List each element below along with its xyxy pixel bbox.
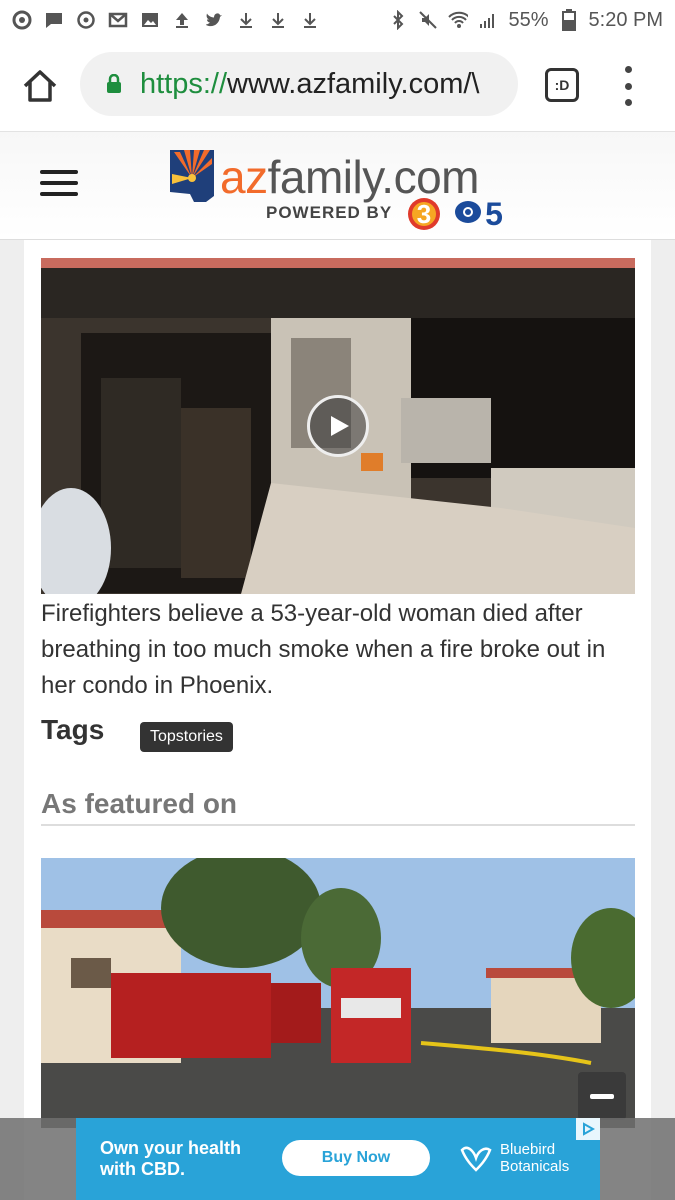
channel-3-label: 3: [417, 199, 431, 229]
notification-icons: [12, 10, 320, 30]
tag-topstories[interactable]: Topstories: [140, 722, 233, 752]
ad-choices-icon[interactable]: [576, 1118, 600, 1140]
status-bar: 55% 5:20 PM: [0, 0, 675, 40]
minus-icon: [590, 1093, 614, 1099]
gmail-icon: [108, 10, 128, 30]
battery-icon: [559, 9, 579, 31]
site-logo[interactable]: azfamily.com POWERED BY 3 5: [168, 146, 518, 236]
download-icon: [268, 10, 288, 30]
battery-percent: 55%: [508, 8, 549, 31]
powered-by-label: POWERED BY: [266, 203, 393, 222]
upload-icon: [172, 10, 192, 30]
hamburger-menu-icon[interactable]: [40, 170, 78, 196]
site-header: azfamily.com POWERED BY 3 5: [0, 132, 675, 240]
clock: 5:20 PM: [588, 8, 663, 31]
heading-divider: [41, 824, 635, 826]
address-bar[interactable]: https://www.azfamily.com/\: [80, 52, 518, 116]
download-icon: [300, 10, 320, 30]
system-icons: 55% 5:20 PM: [388, 9, 663, 32]
video-caption: Firefighters believe a 53-year-old woman…: [41, 600, 606, 699]
ad-banner[interactable]: Own your health with CBD. Buy Now Bluebi…: [76, 1118, 600, 1200]
wifi-icon: [448, 10, 469, 30]
chrome-icon: [12, 10, 32, 30]
lock-icon: [107, 74, 121, 93]
arizona-flag-icon: [170, 150, 214, 202]
mute-icon: [418, 10, 438, 30]
ad-headline: Own your health with CBD.: [100, 1138, 242, 1179]
minimize-ad-button[interactable]: [578, 1072, 626, 1120]
fire-trucks-photo[interactable]: [41, 858, 635, 1128]
home-icon: [23, 70, 57, 102]
play-icon: [331, 416, 349, 436]
home-button[interactable]: [20, 68, 60, 104]
more-menu-icon[interactable]: [620, 66, 636, 106]
twitter-icon: [204, 10, 224, 30]
url-scheme: https://: [140, 67, 228, 100]
signal-icon: [478, 10, 498, 30]
message-icon: [44, 10, 64, 30]
featured-heading: As featured on: [41, 788, 238, 819]
ad-brand-name: Bluebird Botanicals: [500, 1141, 570, 1175]
play-button[interactable]: [307, 395, 369, 457]
bluebird-logo-icon: [460, 1146, 492, 1172]
url-host: www.azfamily.com/\: [227, 67, 480, 100]
tab-switcher-button[interactable]: :D: [545, 68, 579, 102]
channel-5-label: 5: [485, 196, 503, 228]
tags-label: Tags: [41, 714, 105, 745]
image-icon: [140, 10, 160, 30]
sync-icon: [76, 10, 96, 30]
url-text: https://www.azfamily.com/\: [140, 68, 480, 101]
bluetooth-icon: [388, 10, 408, 30]
ad-buy-now-button[interactable]: Buy Now: [282, 1140, 430, 1176]
fire-trucks-image: [41, 858, 635, 1128]
channel-3-logo-icon: 3: [408, 198, 440, 230]
channel-5-logo-icon: 5: [455, 196, 503, 228]
browser-toolbar: https://www.azfamily.com/\ :D: [0, 40, 675, 132]
download-icon: [236, 10, 256, 30]
